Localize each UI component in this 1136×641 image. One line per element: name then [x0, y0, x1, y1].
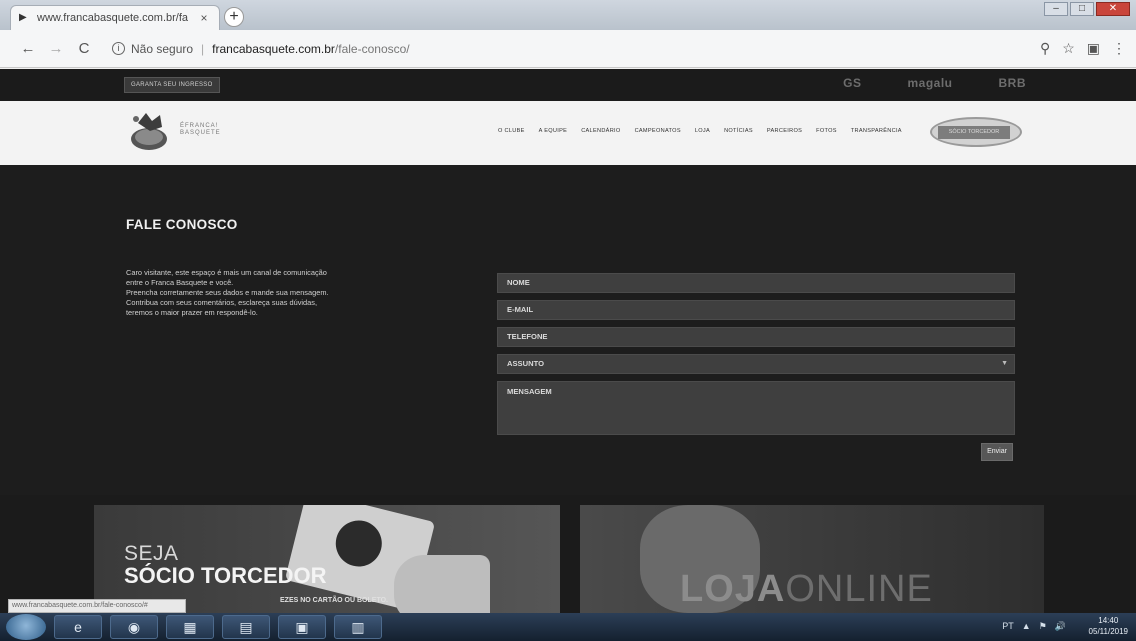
sponsor-logos: GS magalu BRB: [843, 76, 1026, 90]
taskbar-item[interactable]: ◉: [110, 615, 158, 639]
info-icon[interactable]: i: [112, 42, 125, 55]
clock-date: 05/11/2019: [1088, 627, 1128, 636]
description-line: Preencha corretamente seus dados e mande…: [126, 288, 329, 297]
menu: O CLUBE A EQUIPE CALENDÁRIO CAMPEONATOS …: [498, 128, 902, 134]
flag-icon[interactable]: ⚑: [1039, 621, 1047, 632]
contact-description: Caro visitante, este espaço é mais um ca…: [126, 269, 426, 319]
taskbar-item[interactable]: e: [54, 615, 102, 639]
address-bar-row: ← → C i Não seguro | francabasquete.com.…: [0, 30, 1136, 68]
browser-tab[interactable]: ▶ www.francabasquete.com.br/fa ×: [10, 5, 220, 30]
message-textarea[interactable]: MENSAGEM: [497, 381, 1015, 435]
security-label: Não seguro: [131, 41, 194, 56]
menu-item-calendario[interactable]: CALENDÁRIO: [581, 128, 620, 134]
contact-form: NOME E-MAIL TELEFONE ASSUNTO ▼ MENSAGEM: [497, 273, 1015, 442]
menu-item-noticias[interactable]: NOTÍCIAS: [724, 128, 753, 134]
sponsor-logo[interactable]: GS: [843, 76, 861, 90]
name-field[interactable]: NOME: [497, 273, 1015, 293]
omnibox[interactable]: i Não seguro | francabasquete.com.br/fal…: [112, 42, 410, 56]
logo-text-line: BASQUETE: [180, 130, 221, 136]
taskbar-item[interactable]: ▣: [278, 615, 326, 639]
omnibox-separator: |: [201, 41, 205, 56]
menu-item-fotos[interactable]: FOTOS: [816, 128, 837, 134]
banner-loja-online: LOJAONLINE: [680, 569, 933, 609]
url-path: /fale-conosco/: [334, 41, 410, 56]
favicon-icon: ▶: [19, 12, 27, 23]
hand-image: [394, 555, 490, 613]
website: GARANTA SEU INGRESSO GS magalu BRB ÉFRAN…: [0, 69, 1136, 613]
menu-icon[interactable]: ⋮: [1112, 40, 1126, 57]
main-navigation: ÉFRANCA! BASQUETE O CLUBE A EQUIPE CALEN…: [0, 101, 1136, 165]
forward-icon[interactable]: →: [46, 40, 66, 57]
club-logo[interactable]: [124, 109, 174, 153]
taskbar-item[interactable]: ▥: [334, 615, 382, 639]
maximize-button[interactable]: □: [1070, 2, 1094, 16]
loja-bold: LOJA: [680, 568, 786, 610]
close-window-button[interactable]: ✕: [1096, 2, 1130, 16]
subject-select-label: ASSUNTO: [507, 359, 544, 368]
banner-promo-text: EZES NO CARTÃO OU BOLETO.: [280, 597, 388, 604]
banners: SEJA SÓCIO TORCEDOR EZES NO CARTÃO OU BO…: [0, 495, 1136, 613]
description-line: entre o Franca Basquete e você.: [126, 278, 234, 287]
taskbar-item[interactable]: ▤: [222, 615, 270, 639]
description-line: Contribua com seus comentários, esclareç…: [126, 298, 318, 307]
send-button[interactable]: Enviar: [981, 443, 1013, 461]
taskbar-item[interactable]: ▦: [166, 615, 214, 639]
email-field[interactable]: E-MAIL: [497, 300, 1015, 320]
contact-section: FALE CONOSCO Caro visitante, este espaço…: [0, 165, 1136, 495]
sponsor-logo[interactable]: BRB: [999, 76, 1027, 90]
volume-icon[interactable]: 🔊: [1055, 621, 1066, 632]
minimize-button[interactable]: –: [1044, 2, 1068, 16]
sponsor-logo[interactable]: magalu: [907, 76, 952, 90]
banner-socio-torcedor: SÓCIO TORCEDOR: [124, 563, 327, 588]
status-bar-url: www.francabasquete.com.br/fale-conosco/#: [8, 599, 186, 613]
extension-icon[interactable]: ▣: [1087, 40, 1100, 57]
menu-item-clube[interactable]: O CLUBE: [498, 128, 525, 134]
reload-icon[interactable]: C: [74, 40, 94, 57]
search-icon[interactable]: ⚲: [1040, 40, 1050, 57]
description-line: Caro visitante, este espaço é mais um ca…: [126, 268, 327, 277]
menu-item-parceiros[interactable]: PARCEIROS: [767, 128, 802, 134]
page-title: FALE CONOSCO: [126, 217, 238, 232]
description-line: teremos o maior prazer em respondê-lo.: [126, 308, 258, 317]
logo-text: ÉFRANCA! BASQUETE: [180, 123, 221, 137]
logo-text-line: ÉFRANCA!: [180, 123, 219, 129]
clock-time: 14:40: [1098, 616, 1119, 625]
back-icon[interactable]: ←: [18, 40, 38, 57]
menu-item-transparencia[interactable]: TRANSPARÊNCIA: [851, 128, 902, 134]
tray-arrow-icon[interactable]: ▲: [1022, 621, 1031, 632]
banner-seja: SEJA: [124, 542, 179, 565]
star-icon[interactable]: ☆: [1062, 40, 1075, 57]
url-text[interactable]: francabasquete.com.br/fale-conosco/: [212, 42, 409, 56]
phone-field[interactable]: TELEFONE: [497, 327, 1015, 347]
shop-banner[interactable]: LOJAONLINE: [580, 505, 1044, 613]
menu-item-loja[interactable]: LOJA: [695, 128, 710, 134]
browser-tab-strip: ▶ www.francabasquete.com.br/fa × + – □ ✕: [0, 0, 1136, 30]
language-indicator[interactable]: PT: [1002, 621, 1014, 632]
browser-toolbar-right: ⚲ ☆ ▣ ⋮: [1040, 40, 1126, 57]
loja-thin: ONLINE: [785, 568, 933, 610]
member-banner[interactable]: SEJA SÓCIO TORCEDOR EZES NO CARTÃO OU BO…: [94, 505, 560, 613]
close-tab-icon[interactable]: ×: [197, 11, 211, 25]
url-domain: francabasquete.com.br: [212, 41, 335, 56]
tab-title: www.francabasquete.com.br/fa: [37, 12, 189, 24]
start-button[interactable]: [6, 614, 46, 640]
chevron-down-icon: ▼: [1001, 360, 1008, 367]
clock[interactable]: 14:40 05/11/2019: [1089, 615, 1128, 637]
top-strip: GARANTA SEU INGRESSO GS magalu BRB: [0, 69, 1136, 101]
window-controls: – □ ✕: [1044, 2, 1130, 16]
club-emblem-icon: [330, 515, 387, 572]
menu-item-campeonatos[interactable]: CAMPEONATOS: [635, 128, 681, 134]
menu-item-equipe[interactable]: A EQUIPE: [539, 128, 568, 134]
member-button[interactable]: SÓCIO TORCEDOR: [938, 126, 1010, 139]
new-tab-button[interactable]: +: [224, 7, 244, 27]
subject-select[interactable]: ASSUNTO ▼: [497, 354, 1015, 374]
ticket-button[interactable]: GARANTA SEU INGRESSO: [124, 77, 220, 93]
taskbar: e ◉ ▦ ▤ ▣ ▥ PT ▲ ⚑ 🔊 14:40 05/11/2019: [0, 613, 1136, 641]
system-tray: PT ▲ ⚑ 🔊: [1002, 621, 1066, 632]
